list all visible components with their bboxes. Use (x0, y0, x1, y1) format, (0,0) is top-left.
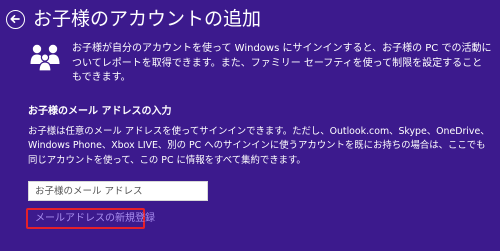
family-icon (30, 44, 60, 72)
child-email-input[interactable] (28, 181, 208, 201)
page-title: お子様のアカウントの追加 (33, 8, 262, 30)
add-child-account-page: お子様のアカウントの追加 お子様が自分のアカウントを使って Windows にサ… (0, 0, 500, 251)
back-arrow-icon (10, 14, 20, 24)
email-section-heading: お子様のメール アドレスの入力 (28, 106, 172, 117)
back-button[interactable] (6, 10, 25, 29)
intro-text: お子様が自分のアカウントを使って Windows にサインインすると、お子様の … (72, 43, 492, 83)
email-section-description: お子様は任意のメール アドレスを使ってサインインできます。ただし、Outlook… (28, 126, 490, 166)
register-new-email-link[interactable]: メールアドレスの新規登録 (35, 212, 155, 225)
